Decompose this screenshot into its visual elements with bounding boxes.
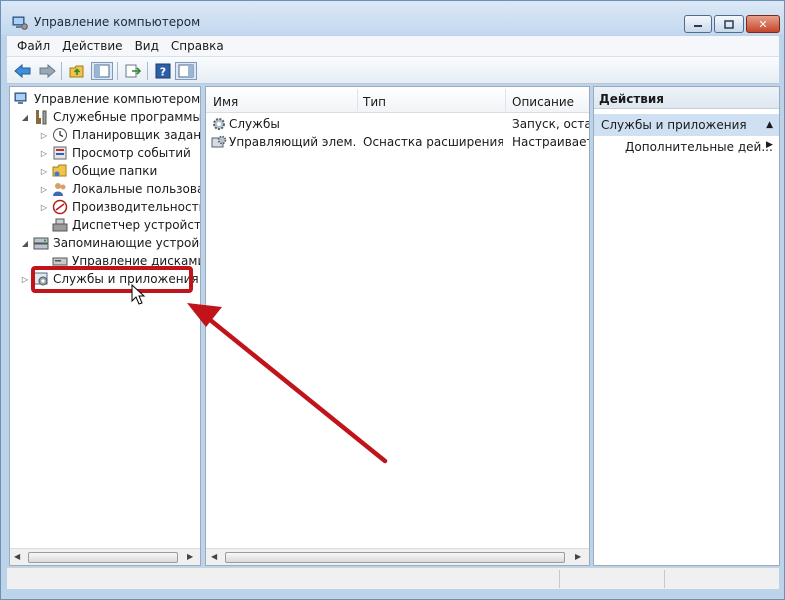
red-arrow-annotation: [187, 303, 388, 464]
app-window: Управление компьютером ✕ Файл Действие В…: [0, 0, 785, 600]
mouse-cursor-icon: [131, 283, 146, 305]
annotation-overlay: [131, 283, 388, 464]
